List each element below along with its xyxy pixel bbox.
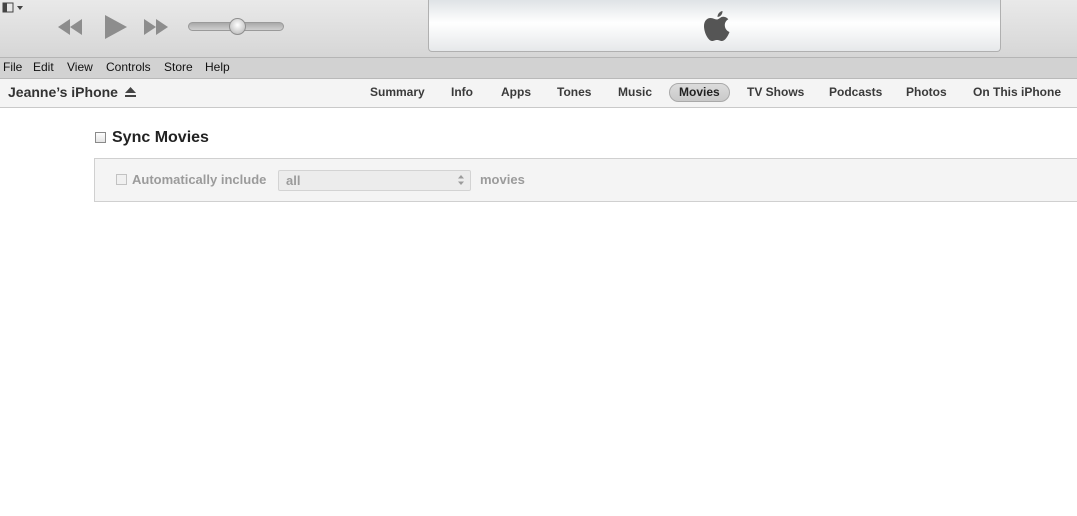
play-icon[interactable]	[101, 13, 129, 41]
movies-suffix-label: movies	[480, 172, 525, 187]
rewind-icon[interactable]	[56, 14, 84, 40]
menu-controls[interactable]: Controls	[106, 60, 151, 74]
volume-slider-knob[interactable]	[228, 18, 246, 35]
tab-movies[interactable]: Movies	[669, 83, 730, 102]
window-menu-icon[interactable]	[2, 2, 24, 14]
auto-include-select[interactable]	[278, 170, 471, 191]
menu-store[interactable]: Store	[164, 60, 193, 74]
tab-music[interactable]: Music	[618, 83, 652, 102]
sync-movies-title[interactable]: Sync Movies	[112, 129, 209, 147]
device-name[interactable]: Jeanne’s iPhone	[8, 84, 118, 100]
menu-file[interactable]: File	[3, 60, 22, 74]
apple-logo-icon	[704, 11, 730, 41]
tab-tones[interactable]: Tones	[557, 83, 591, 102]
tab-photos[interactable]: Photos	[906, 83, 947, 102]
select-arrows-icon	[458, 175, 464, 185]
tab-summary[interactable]: Summary	[370, 83, 425, 102]
tab-on-this-iphone[interactable]: On This iPhone	[973, 83, 1061, 102]
menu-edit[interactable]: Edit	[33, 60, 54, 74]
auto-include-checkbox[interactable]	[116, 174, 127, 185]
fast-forward-icon[interactable]	[142, 14, 170, 40]
tab-info[interactable]: Info	[451, 83, 473, 102]
auto-include-select-value: all	[286, 173, 301, 188]
auto-include-label: Automatically include	[132, 172, 267, 187]
menu-bar: File Edit View Controls Store Help	[0, 58, 1077, 79]
tab-tv-shows[interactable]: TV Shows	[747, 83, 804, 102]
tab-podcasts[interactable]: Podcasts	[829, 83, 882, 102]
eject-icon[interactable]	[125, 87, 136, 97]
tab-apps[interactable]: Apps	[501, 83, 531, 102]
sync-movies-checkbox[interactable]	[95, 132, 106, 143]
menu-view[interactable]: View	[67, 60, 93, 74]
menu-help[interactable]: Help	[205, 60, 230, 74]
device-bar: Jeanne’s iPhone Summary Info Apps Tones …	[0, 79, 1077, 108]
player-toolbar	[0, 0, 1077, 58]
status-display	[428, 0, 1001, 52]
